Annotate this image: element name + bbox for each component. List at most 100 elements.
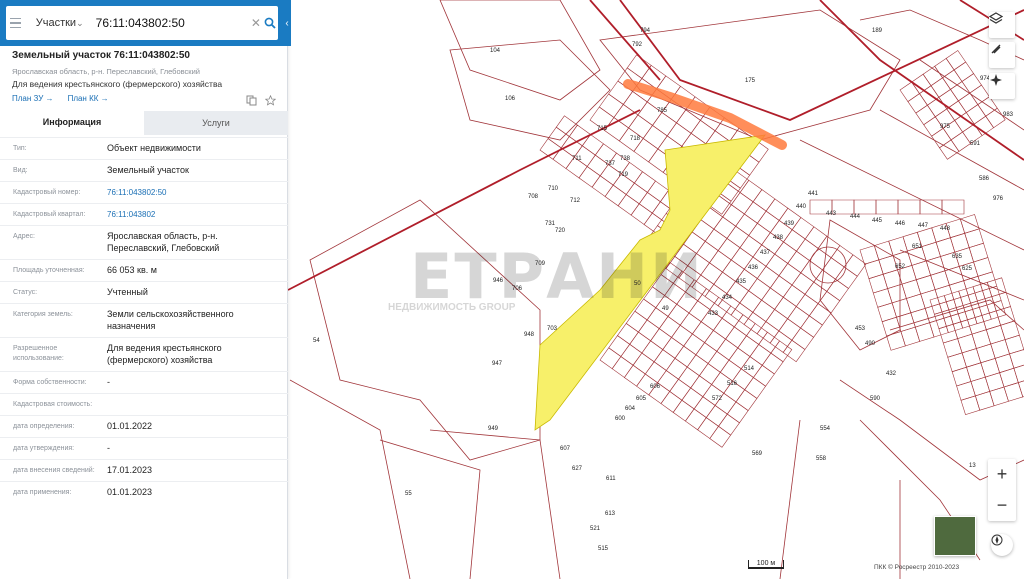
cadastral-cell[interactable] (690, 375, 713, 398)
cadastral-cell[interactable] (608, 335, 631, 357)
cadastral-cell[interactable] (599, 347, 622, 370)
cadastral-cell[interactable] (678, 366, 700, 389)
cadastral-cell[interactable] (980, 358, 1000, 378)
cadastral-cell[interactable] (952, 319, 973, 339)
cadastral-cell[interactable] (629, 331, 652, 354)
cadastral-cell[interactable] (919, 199, 943, 215)
cadastral-cell[interactable] (900, 326, 921, 347)
cadastral-cell[interactable] (1004, 334, 1024, 355)
cadastral-cell[interactable] (617, 194, 640, 216)
cadastral-cell[interactable] (915, 104, 936, 126)
zoom-in-button[interactable]: + (988, 459, 1016, 490)
cadastral-cell[interactable] (684, 408, 707, 431)
cadastral-cell[interactable] (835, 266, 858, 289)
cadastral-cell[interactable] (991, 291, 1011, 312)
cadastral-cell[interactable] (718, 413, 740, 436)
cadastral-cell[interactable] (683, 333, 706, 356)
cadastral-cell[interactable] (990, 339, 1010, 359)
cadastral-cell[interactable] (707, 350, 730, 373)
cadastral-cell[interactable] (782, 284, 806, 307)
cadastral-cell[interactable] (735, 213, 758, 236)
cadastral-cell[interactable] (934, 284, 955, 305)
cadastral-cell[interactable] (921, 241, 941, 262)
cadastral-cell[interactable] (604, 184, 627, 207)
cadastral-cell[interactable] (984, 372, 1005, 392)
cadastral-cell[interactable] (985, 324, 1006, 345)
cadastral-cell[interactable] (960, 395, 981, 415)
zoom-out-button[interactable]: − (988, 490, 1016, 521)
cadastral-cell[interactable] (748, 278, 771, 301)
cadastral-cell[interactable] (939, 299, 959, 319)
cadastral-cell[interactable] (881, 316, 902, 337)
cadastral-cell[interactable] (752, 189, 776, 212)
cadastral-cell[interactable] (804, 281, 828, 305)
cadastral-cell[interactable] (934, 57, 955, 79)
cadastral-cell[interactable] (966, 362, 986, 382)
cadastral-cell[interactable] (888, 236, 908, 256)
cadastral-cell[interactable] (713, 216, 737, 239)
cadastral-cell[interactable] (704, 228, 728, 252)
cadastral-cell[interactable] (681, 387, 704, 410)
cadastral-cell[interactable] (671, 324, 693, 347)
cadastral-cell[interactable] (669, 378, 692, 401)
cadastral-cell[interactable] (756, 265, 780, 289)
cadastral-cell[interactable] (830, 245, 854, 268)
cadastral-cell[interactable] (642, 124, 668, 150)
cadastral-cell[interactable] (961, 348, 982, 368)
cadastral-cell[interactable] (696, 240, 719, 264)
tab-info[interactable]: Информация (0, 111, 144, 135)
cadastral-cell[interactable] (868, 273, 888, 294)
cadastral-cell[interactable] (662, 336, 685, 359)
cadastral-cell[interactable] (709, 425, 732, 448)
cadastral-cell[interactable] (778, 318, 802, 341)
cadastral-cell[interactable] (726, 401, 749, 424)
cadastral-cell[interactable] (796, 238, 819, 262)
cadastral-cell[interactable] (665, 357, 688, 380)
cadastral-cell[interactable] (995, 306, 1016, 326)
cadastral-cell[interactable] (725, 326, 747, 349)
cadastral-cell[interactable] (756, 210, 780, 234)
cadastral-cell[interactable] (646, 180, 669, 203)
cadastral-cell[interactable] (679, 312, 702, 335)
cadastral-cell[interactable] (791, 327, 815, 350)
cadastral-cell[interactable] (864, 259, 884, 280)
cadastral-cell[interactable] (925, 256, 946, 276)
cadastral-cell[interactable] (957, 92, 979, 113)
ruler-button[interactable] (989, 42, 1015, 68)
cadastral-cell[interactable] (657, 370, 679, 392)
cadastral-cell[interactable] (808, 303, 832, 326)
cadastral-cell[interactable] (782, 339, 806, 363)
cadastral-cell[interactable] (769, 275, 793, 298)
cadastral-cell[interactable] (977, 296, 997, 316)
cadastral-cell[interactable] (737, 335, 760, 358)
copy-icon[interactable] (246, 93, 257, 106)
cadastral-cell[interactable] (967, 315, 987, 335)
cadastral-cell[interactable] (687, 253, 710, 276)
cadastral-cell[interactable] (748, 222, 771, 246)
plan-kk-link[interactable]: План КК → (68, 94, 109, 103)
cadastral-number-link[interactable]: 76:11:043802:50 (107, 187, 282, 199)
cadastral-cell[interactable] (690, 119, 716, 145)
cadastral-cell[interactable] (672, 399, 695, 422)
cadastral-cell[interactable] (896, 312, 916, 332)
cadastral-cell[interactable] (697, 417, 719, 439)
cadastral-cell[interactable] (739, 235, 763, 258)
cadastral-cell[interactable] (968, 242, 989, 263)
cadastral-cell[interactable] (930, 270, 950, 290)
cadastral-cell[interactable] (787, 306, 810, 329)
cadastral-cell[interactable] (938, 88, 959, 110)
cadastral-cell[interactable] (795, 293, 819, 317)
cadastral-cell[interactable] (804, 226, 828, 249)
cadastral-cell[interactable] (989, 386, 1009, 407)
cadastral-cell[interactable] (938, 323, 958, 344)
cadastral-cell[interactable] (726, 225, 750, 249)
cadastral-cell[interactable] (891, 298, 912, 318)
cadastral-cell[interactable] (702, 384, 725, 406)
cadastral-cell[interactable] (774, 241, 797, 264)
cadastral-cell[interactable] (547, 126, 570, 149)
cadastral-cell[interactable] (949, 280, 969, 300)
cadastral-cell[interactable] (981, 310, 1001, 331)
cadastral-cell[interactable] (953, 61, 975, 82)
cadastral-cell[interactable] (578, 166, 601, 188)
cadastral-cell[interactable] (999, 367, 1019, 388)
